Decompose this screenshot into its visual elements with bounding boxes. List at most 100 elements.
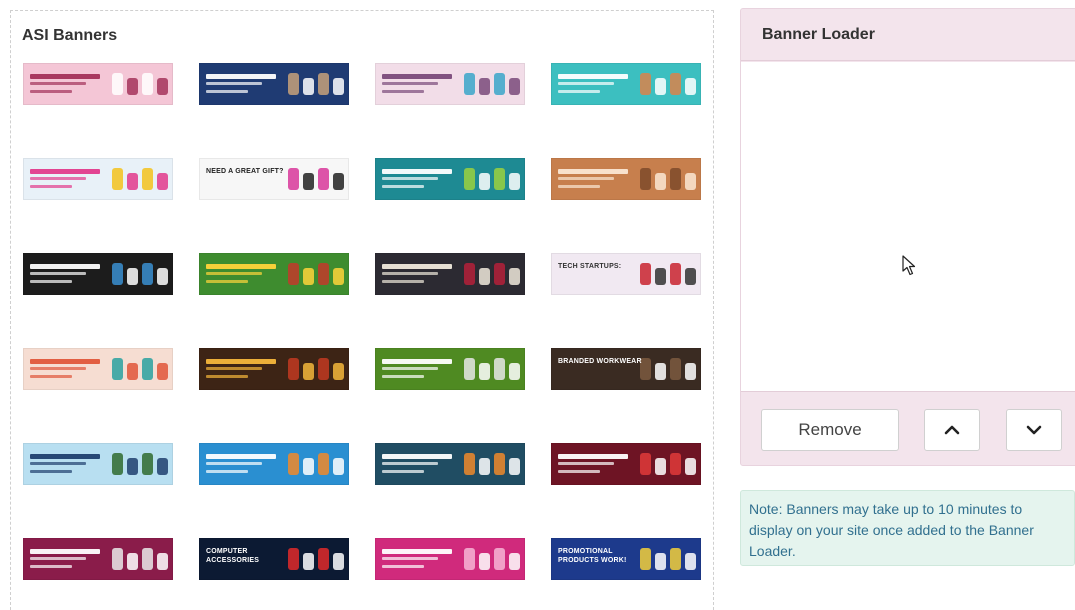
banner-product-shape <box>127 363 138 380</box>
banner-product-shape <box>157 553 168 570</box>
banner-product-shape <box>142 358 153 380</box>
banner-product-shape <box>670 358 681 380</box>
banner-loader-dropzone[interactable] <box>741 62 1075 392</box>
banner-sale-new-year[interactable] <box>23 158 173 200</box>
banner-product-shape <box>655 268 666 285</box>
banner-product-shape <box>509 268 520 285</box>
banner-a-plus-branding[interactable] <box>375 253 525 295</box>
banner-umbrella[interactable] <box>23 348 173 390</box>
banner-tee-up[interactable] <box>375 348 525 390</box>
move-up-button[interactable] <box>924 409 980 451</box>
banner-product-shape <box>509 458 520 475</box>
banner-tech-startup[interactable]: TECH STARTUPS: <box>551 253 701 295</box>
banner-product-shape <box>479 268 490 285</box>
banner-product-shape <box>670 548 681 570</box>
banner-product-shape <box>494 73 505 95</box>
banner-text-line <box>206 375 248 378</box>
banner-text-line <box>382 367 438 370</box>
banner-product-shape <box>655 363 666 380</box>
banner-text-line <box>206 90 248 93</box>
banner-product-shape <box>127 458 138 475</box>
banner-text-line <box>206 470 248 473</box>
banner-product-shape <box>494 263 505 285</box>
banner-text-line <box>206 272 262 275</box>
banner-product-shape <box>685 458 696 475</box>
banner-product-shape <box>112 263 123 285</box>
banner-product-shape <box>640 168 651 190</box>
banner-healthy[interactable] <box>375 63 525 105</box>
banner-product-shape <box>685 173 696 190</box>
banner-affordable[interactable] <box>375 158 525 200</box>
banner-product-shape <box>464 263 475 285</box>
banner-text: COMPUTER ACCESSORIES <box>206 548 260 564</box>
mouse-pointer-icon <box>902 255 916 276</box>
banner-product-shape <box>112 453 123 475</box>
banner-product-shape <box>142 263 153 285</box>
banner-product-shape <box>142 453 153 475</box>
banner-product-shape <box>142 168 153 190</box>
banner-product-shape <box>318 168 329 190</box>
remove-button-label: Remove <box>798 420 862 439</box>
banner-product-shape <box>655 458 666 475</box>
banner-product-shape <box>303 363 314 380</box>
asi-banners-panel: ASI Banners NEED A GREAT GIFT? TECH START… <box>10 10 714 610</box>
banner-text-line <box>382 169 452 174</box>
banner-great-gift[interactable]: NEED A GREAT GIFT? <box>199 158 349 200</box>
banner-product-shape <box>318 548 329 570</box>
banner-text-line <box>30 74 100 79</box>
banner-product-shape <box>685 268 696 285</box>
banner-product-shape <box>509 78 520 95</box>
banner-product-shape <box>494 358 505 380</box>
banner-holiday-teal[interactable] <box>551 63 701 105</box>
banner-text-line <box>30 82 86 85</box>
banner-product-shape <box>112 73 123 95</box>
banner-school-store[interactable] <box>375 443 525 485</box>
banner-product-shape <box>157 458 168 475</box>
banner-product-shape <box>494 548 505 570</box>
banner-product-shape <box>112 168 123 190</box>
banner-product-shape <box>464 168 475 190</box>
banner-picnic[interactable] <box>199 253 349 295</box>
banner-bring-on-laughter[interactable] <box>551 443 701 485</box>
banner-product-shape <box>685 78 696 95</box>
banner-text-line <box>30 367 86 370</box>
banner-product-shape <box>157 173 168 190</box>
banner-text-line <box>30 264 100 269</box>
banner-wellness[interactable] <box>23 538 173 580</box>
banner-travel[interactable] <box>23 443 173 485</box>
banner-text-line <box>382 264 452 269</box>
banner-product-shape <box>655 78 666 95</box>
banner-product-shape <box>318 358 329 380</box>
banner-product-shape <box>157 78 168 95</box>
banner-apparel-dark[interactable] <box>23 253 173 295</box>
banner-product-shape <box>464 358 475 380</box>
banner-text-line <box>382 177 438 180</box>
banner-note: Note: Banners may take up to 10 minutes … <box>740 490 1075 566</box>
banner-product-shape <box>303 458 314 475</box>
banner-cook[interactable] <box>199 348 349 390</box>
banner-text-line <box>382 549 452 554</box>
remove-button[interactable]: Remove <box>761 409 899 451</box>
banner-product-shape <box>464 548 475 570</box>
banner-efforts[interactable] <box>199 443 349 485</box>
banner-product-shape <box>333 458 344 475</box>
banner-product-shape <box>157 363 168 380</box>
banner-pink-ribbon[interactable] <box>375 538 525 580</box>
banner-relaxation[interactable] <box>551 158 701 200</box>
banner-text-line <box>382 454 452 459</box>
banner-product-shape <box>464 453 475 475</box>
banner-valentines[interactable] <box>23 63 173 105</box>
banner-uniforms[interactable] <box>199 63 349 105</box>
banner-promo-work[interactable]: Promotional Products WORK! <box>551 538 701 580</box>
banner-product-shape <box>479 553 490 570</box>
banner-product-shape <box>509 553 520 570</box>
banner-text-line <box>382 272 438 275</box>
banner-text: NEED A GREAT GIFT? <box>206 168 284 175</box>
banner-text-line <box>206 82 262 85</box>
banner-product-shape <box>112 358 123 380</box>
banner-text-line <box>382 470 424 473</box>
banner-computer-accessories[interactable]: COMPUTER ACCESSORIES <box>199 538 349 580</box>
banner-product-shape <box>479 173 490 190</box>
move-down-button[interactable] <box>1006 409 1062 451</box>
banner-branded-workwear[interactable]: BRANDED WORKWEAR <box>551 348 701 390</box>
